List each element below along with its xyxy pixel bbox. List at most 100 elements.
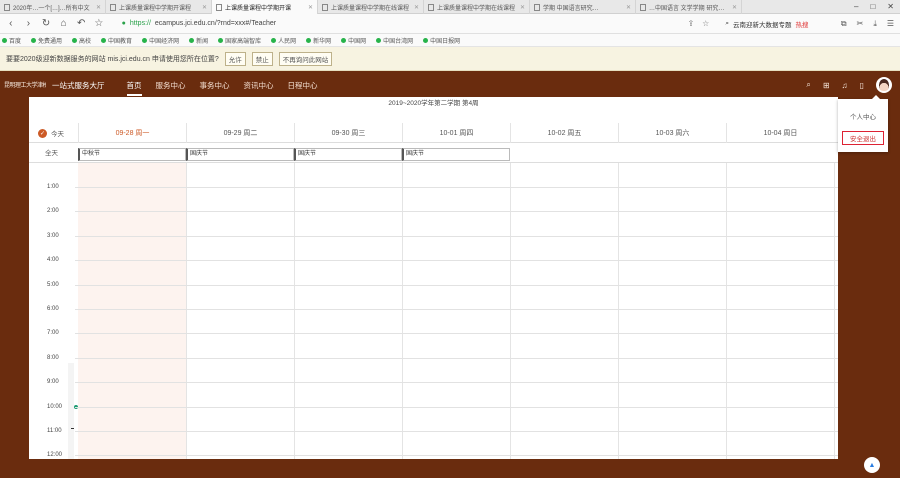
bookmark-label: 人民网	[278, 38, 297, 45]
scrollbar[interactable]	[68, 363, 74, 459]
close-tab-icon[interactable]: ✕	[626, 4, 631, 11]
bookmark-label: 中国经济网	[149, 38, 180, 45]
bookmark-item[interactable]: 中国台湾网	[376, 36, 413, 45]
site-header: 昆明理工大学津桥学院 一站式服务大厅 首页服务中心事务中心资讯中心日程中心 ⌕ …	[0, 71, 900, 99]
search-icon: ⌕	[725, 19, 729, 27]
close-tab-icon[interactable]: ✕	[732, 4, 737, 11]
download-icon[interactable]: ⤓	[873, 19, 877, 29]
reload-icon[interactable]: ↻	[41, 18, 51, 29]
window-controls: – □ ✕	[854, 0, 900, 13]
profile-menu-item[interactable]: 个人中心	[842, 109, 884, 123]
bookmark-label: 免费通用	[38, 38, 63, 45]
browser-tab[interactable]: 学期 中国语言研究… ✕	[530, 0, 636, 14]
extension-icon[interactable]: ⧉	[841, 19, 847, 29]
school-logo[interactable]: 昆明理工大学津桥学院	[4, 80, 46, 90]
bookmark-item[interactable]: 新闻	[189, 36, 208, 45]
avatar[interactable]	[876, 77, 892, 93]
bookmark-item[interactable]: 中国日报网	[423, 36, 460, 45]
bookmark-label: 中国教育	[108, 38, 133, 45]
url-field[interactable]: ● https://ecampus.jci.edu.cn/?rnd=xxx#/T…	[122, 17, 660, 31]
deny-button[interactable]: 禁止	[251, 51, 273, 66]
day-column-header[interactable]: 10-04 周日	[726, 123, 834, 143]
hour-label: 9:00	[47, 379, 59, 385]
bookmark-icon	[189, 38, 195, 44]
holiday-event[interactable]: 中秋节	[78, 148, 186, 161]
browser-tab[interactable]: 上课质量课程中学期开课 ✕	[212, 0, 318, 14]
close-tab-icon[interactable]: ✕	[414, 4, 419, 11]
star-icon[interactable]: ☆	[94, 18, 104, 29]
bookmark-label: 中国日报网	[430, 38, 461, 45]
browser-tab[interactable]: 上课质量课程中学期在线课程 … ✕	[424, 0, 530, 14]
apps-grid-icon[interactable]: ⊞	[823, 81, 830, 90]
today-toggle[interactable]: ✓ 今天	[38, 123, 64, 143]
maximize-icon[interactable]: □	[870, 2, 875, 11]
allow-button[interactable]: 允许	[224, 51, 246, 66]
day-column-header[interactable]: 10-03 周六	[618, 123, 726, 143]
holiday-event[interactable]: 国庆节	[294, 148, 402, 161]
bookmark-item[interactable]: 中国经济网	[142, 36, 179, 45]
dismiss-button[interactable]: 不再询问此网站	[278, 51, 333, 66]
search-icon[interactable]: ⌕	[806, 80, 810, 90]
close-tab-icon[interactable]: ✕	[520, 4, 525, 11]
bookmark-item[interactable]: 国家高端智库	[218, 36, 261, 45]
home-icon[interactable]: ⌂	[59, 18, 69, 29]
day-column-header[interactable]: 10-02 周五	[510, 123, 618, 143]
hour-label: 10:00	[47, 404, 63, 410]
close-tab-icon[interactable]: ✕	[308, 4, 313, 11]
bookmark-star-icon[interactable]: ☆	[702, 19, 709, 28]
cut-icon[interactable]: ✂	[857, 19, 864, 29]
bookmark-label: 百度	[9, 38, 22, 45]
bookmark-item[interactable]: 百度	[2, 36, 21, 45]
hour-gridline	[75, 407, 838, 408]
bookmark-item[interactable]: 中国教育	[101, 36, 132, 45]
menu-icon[interactable]: ☰	[887, 19, 894, 29]
close-window-icon[interactable]: ✕	[887, 2, 894, 11]
close-tab-icon[interactable]: ✕	[96, 4, 101, 11]
logout-menu-item[interactable]: 安全退出	[842, 131, 884, 145]
calendar-icon[interactable]: ▯	[860, 81, 864, 90]
browser-tab[interactable]: …中国语言 文学学期 研究… ✕	[636, 0, 742, 14]
hour-label: 2:00	[47, 208, 59, 214]
day-column-header[interactable]: 10-01 周四	[402, 123, 510, 143]
day-column-divider	[186, 163, 187, 459]
back-icon[interactable]: ‹	[6, 18, 16, 29]
nav-item[interactable]: 服务中心	[156, 78, 186, 93]
close-tab-icon[interactable]: ✕	[202, 4, 207, 11]
nav-item[interactable]: 事务中心	[200, 78, 230, 93]
hour-gridline	[75, 236, 838, 237]
bell-icon[interactable]: ♫	[842, 81, 848, 90]
holiday-event[interactable]: 国庆节	[186, 148, 294, 161]
scrollbar-thumb[interactable]	[71, 428, 74, 429]
day-column-header[interactable]: 09-29 周二	[186, 123, 294, 143]
page-icon	[110, 3, 116, 11]
forward-icon[interactable]: ›	[24, 18, 34, 29]
nav-item[interactable]: 首页	[126, 78, 142, 96]
bookmark-item[interactable]: 新华网	[306, 36, 331, 45]
address-bar-row: ‹ › ↻ ⌂ ↶ ☆ ● https://ecampus.jci.edu.cn…	[0, 14, 900, 34]
browser-tab[interactable]: 上课质量课程中学期在线课程 ✕	[318, 0, 424, 14]
day-column-header[interactable]: 09-30 周三	[294, 123, 402, 143]
bookmark-item[interactable]: 高校	[72, 36, 91, 45]
bookmark-label: 中国网	[348, 38, 367, 45]
back-to-top-button[interactable]: ▲	[864, 457, 880, 473]
today-label: 今天	[51, 131, 64, 138]
nav-item[interactable]: 资讯中心	[244, 78, 274, 93]
search-box[interactable]: ⌕ 云南迎新大数据专题 热搜	[725, 19, 833, 29]
bookmark-label: 新闻	[196, 38, 209, 45]
browser-tab[interactable]: 2020年…一个[…]…所有中文 ✕	[0, 0, 106, 14]
hour-gridline	[75, 260, 838, 261]
undo-icon[interactable]: ↶	[76, 18, 86, 29]
minimize-icon[interactable]: –	[854, 2, 858, 11]
share-icon[interactable]: ⇪	[687, 19, 694, 28]
user-dropdown: 个人中心 安全退出	[838, 95, 888, 152]
bookmark-item[interactable]: 中国网	[341, 36, 366, 45]
all-day-row: 全天 中秋节 国庆节 国庆节 国庆节	[29, 143, 838, 163]
bookmark-item[interactable]: 人民网	[271, 36, 296, 45]
browser-tab[interactable]: 上课质量课程中学期开课程 ✕	[106, 0, 212, 14]
holiday-event[interactable]: 国庆节	[402, 148, 510, 161]
day-header: ✓ 今天 09-28 周一 09-29 周二 09-30 周三 10-01 周四 10-…	[29, 123, 838, 143]
nav-item[interactable]: 日程中心	[288, 78, 318, 93]
bookmark-icon	[72, 38, 78, 44]
day-column-header[interactable]: 09-28 周一	[78, 123, 186, 143]
bookmark-item[interactable]: 免费通用	[31, 36, 62, 45]
